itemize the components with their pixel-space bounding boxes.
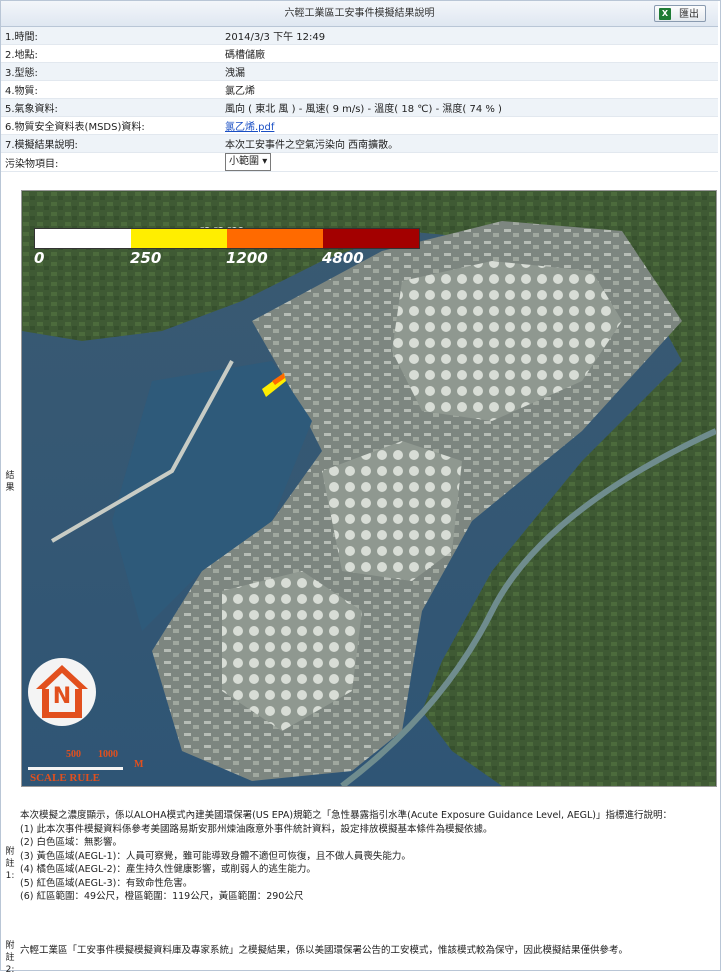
info-row: 污染物項目: 小範圍 ▾ <box>1 152 718 172</box>
scale-bar <box>28 767 123 770</box>
legend-tick-0: 0 <box>34 249 45 267</box>
info-label: 7.模擬結果說明: <box>1 134 221 153</box>
legend-tick-1200: 1200 <box>226 249 268 267</box>
legend-bar <box>34 228 420 249</box>
info-row: 6.物質安全資料表(MSDS)資料: 氯乙烯.pdf <box>1 116 718 135</box>
notes-item: (4) 橘色區域(AEGL-2)：產生持久性健康影響，或削弱人的逃生能力。 <box>20 864 316 875</box>
info-value: 氯乙烯 <box>221 80 718 99</box>
notes-item: (1) 此本次事件模擬資料係參考美國路易斯安那州煉油廠意外事件統計資料，設定排放… <box>20 823 493 835</box>
notes-item: (6) 紅區範圍：49公尺，橙區範圍：119公尺，黃區範圍：290公尺 <box>20 891 304 902</box>
info-label: 6.物質安全資料表(MSDS)資料: <box>1 116 221 135</box>
info-label: 5.氣象資料: <box>1 98 221 117</box>
info-row: 4.物質: 氯乙烯 <box>1 80 718 99</box>
export-button[interactable]: X 匯出 <box>654 5 706 22</box>
legend-swatch-white <box>35 229 131 248</box>
info-value: 小範圍 ▾ <box>221 152 718 172</box>
notes-intro: 本次模擬之濃度顯示，係以ALOHA模式內建美國環保署(US EPA)規範之「急性… <box>20 810 672 821</box>
pollutant-select[interactable]: 小範圍 ▾ <box>225 153 272 171</box>
info-table: 1.時間: 2014/3/3 下午 12:49 2.地點: 碼槽儲廠 3.型態:… <box>1 27 718 172</box>
legend-swatch-red <box>323 229 419 248</box>
info-value: 氯乙烯.pdf <box>221 116 718 135</box>
scale-rule-label: SCALE RULE <box>30 772 100 784</box>
info-label: 2.地點: <box>1 44 221 63</box>
legend-tick-250: 250 <box>130 249 162 267</box>
info-row: 7.模擬結果說明: 本次工安事件之空氣污染向 西南擴散。 <box>1 134 718 153</box>
north-arrow-icon: N <box>22 656 102 728</box>
notes-item: (2) 白色區域：無影響。 <box>20 837 122 848</box>
info-row: 3.型態: 洩漏 <box>1 62 718 81</box>
notes-item: (5) 紅色區域(AEGL-3)：有致命性危害。 <box>20 877 193 889</box>
notes-item: (3) 黃色區域(AEGL-1)：人員可察覺，雖可能導致身體不適但可恢復，且不做… <box>20 850 411 862</box>
north-label: N <box>52 684 72 709</box>
satellite-map <box>22 191 716 786</box>
info-value: 洩漏 <box>221 62 718 81</box>
dispersion-map: ppm 0 250 1200 4800 N 500 1000 M SCALE R… <box>21 190 717 787</box>
msds-link[interactable]: 氯乙烯.pdf <box>225 122 274 133</box>
export-label: 匯出 <box>679 9 699 20</box>
excel-icon: X <box>659 8 671 20</box>
info-value: 2014/3/3 下午 12:49 <box>221 27 718 45</box>
info-row: 5.氣象資料: 風向 ( 東北 風 ) - 風速( 9 m/s) - 溫度( 1… <box>1 98 718 117</box>
info-label: 1.時間: <box>1 27 221 45</box>
page-title: 六輕工業區工安事件模擬結果說明 <box>284 8 435 19</box>
info-value: 本次工安事件之空氣污染向 西南擴散。 <box>221 134 718 153</box>
scale-label-500: 500 <box>66 749 81 760</box>
info-value: 碼槽儲廠 <box>221 44 718 63</box>
notes-block: 本次模擬之濃度顯示，係以ALOHA模式內建美國環保署(US EPA)規範之「急性… <box>20 809 710 904</box>
chevron-down-icon: ▾ <box>262 156 268 167</box>
info-label: 4.物質: <box>1 80 221 99</box>
legend-tick-4800: 4800 <box>322 249 364 267</box>
info-label: 污染物項目: <box>1 152 221 172</box>
info-row: 1.時間: 2014/3/3 下午 12:49 <box>1 27 718 45</box>
title-bar: 六輕工業區工安事件模擬結果說明 X 匯出 <box>1 1 718 27</box>
info-label: 3.型態: <box>1 62 221 81</box>
result-side-label: 結果 <box>5 471 15 493</box>
pollutant-select-value: 小範圍 <box>229 156 259 167</box>
info-value: 風向 ( 東北 風 ) - 風速( 9 m/s) - 溫度( 18 ℃) - 濕… <box>221 98 718 117</box>
legend-swatch-orange <box>227 229 323 248</box>
note1-side-label: 附註1: <box>5 847 15 881</box>
info-row: 2.地點: 碼槽儲廠 <box>1 44 718 63</box>
legend-swatch-yellow <box>131 229 227 248</box>
disclaimer-text: 六輕工業區「工安事件模擬模擬資料庫及專家系統」之模擬結果，係以美國環保署公告的工… <box>20 945 629 956</box>
scale-label-1000: 1000 <box>98 749 118 760</box>
scale-label-unit: M <box>134 759 144 770</box>
